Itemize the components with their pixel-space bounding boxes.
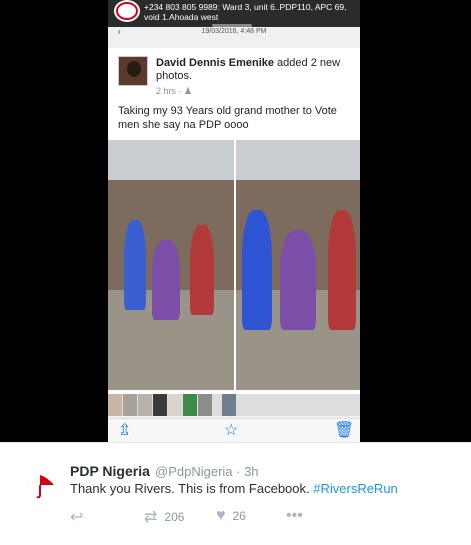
avatar[interactable] — [118, 56, 148, 86]
notification-line-1: +234 803 805 9989: Ward 3, unit 6..PDP11… — [144, 2, 347, 12]
more-icon: ••• — [286, 507, 303, 524]
post-caption: Taking my 93 Years old grand mother to V… — [118, 105, 337, 131]
pdp-logo-icon — [114, 0, 140, 22]
star-icon[interactable]: ☆ — [224, 422, 238, 440]
share-icon[interactable]: ⇫ — [118, 422, 131, 440]
notification-line-2: void 1.Ahoada west — [144, 12, 219, 22]
tweet-actions: ↩ ⇄ 206 ♥ 26 ••• — [70, 507, 370, 527]
thumbnail-strip[interactable] — [108, 394, 360, 416]
reply-icon: ↩ — [70, 509, 84, 526]
photo-action-bar: ⇫ ☆ 🗑 — [108, 418, 360, 442]
heart-icon: ♥ — [216, 507, 226, 524]
notification-banner: +234 803 805 9989: Ward 3, unit 6..PDP11… — [108, 0, 360, 28]
photo-2[interactable] — [236, 140, 360, 390]
retweet-icon: ⇄ — [144, 509, 158, 526]
photo-1[interactable] — [108, 140, 234, 390]
facebook-post: David Dennis Emenike added 2 new photos.… — [108, 48, 360, 394]
tweet-body: Thank you Rivers. This is from Facebook. — [70, 481, 314, 496]
post-date-text: 19/03/2016, 4:48 PM — [201, 28, 267, 35]
retweet-button[interactable]: ⇄ 206 — [144, 507, 184, 527]
like-button[interactable]: ♥ 26 — [216, 507, 246, 525]
post-date: ‹ 19/03/2016, 4:48 PM — [108, 27, 360, 37]
post-author-line: David Dennis Emenike added 2 new photos. — [156, 57, 352, 83]
retweet-count: 206 — [164, 510, 185, 524]
post-meta: 2 hrs · ♟ — [156, 86, 193, 96]
post-time[interactable]: 2 hrs — [156, 86, 176, 96]
tweet: PDP Nigeria @PdpNigeria · 3h Thank you R… — [0, 442, 471, 545]
like-count: 26 — [232, 509, 246, 523]
friends-icon: ♟ — [184, 86, 193, 96]
more-button[interactable]: ••• — [286, 507, 310, 525]
author-name[interactable]: David Dennis Emenike — [156, 57, 274, 69]
tweet-text: Thank you Rivers. This is from Facebook.… — [70, 481, 398, 496]
back-arrow-icon[interactable]: ‹ — [118, 27, 121, 37]
trash-icon[interactable]: 🗑 — [334, 422, 354, 440]
reply-button[interactable]: ↩ — [70, 507, 90, 527]
hashtag-link[interactable]: #RiversReRun — [313, 481, 398, 496]
pdp-umbrella-icon[interactable] — [24, 473, 56, 499]
tweet-author-name[interactable]: PDP Nigeria — [70, 463, 150, 479]
tweet-handle[interactable]: @PdpNigeria · 3h — [155, 464, 259, 479]
